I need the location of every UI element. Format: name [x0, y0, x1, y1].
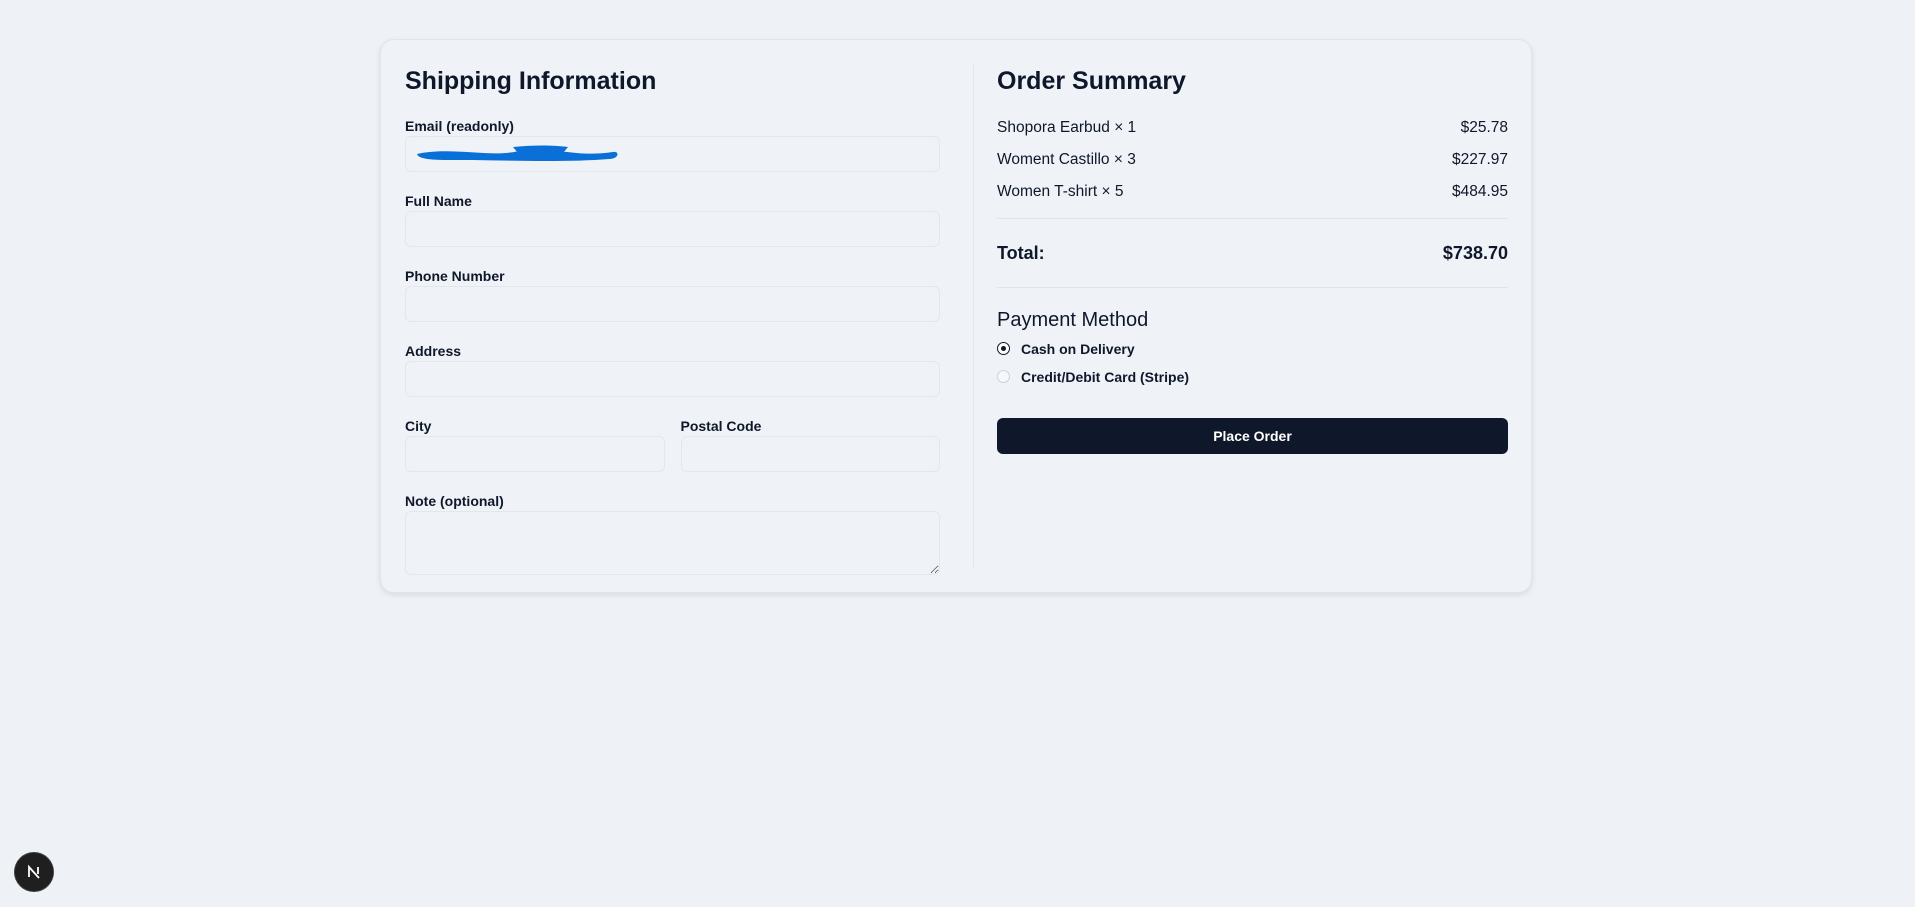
order-item-price: $25.78	[1460, 119, 1508, 136]
full-name-label: Full Name	[405, 193, 472, 209]
shipping-section: Shipping Information Email (readonly) Fu…	[405, 64, 940, 580]
radio-checked-icon[interactable]	[997, 342, 1010, 355]
postal-code-input[interactable]	[680, 436, 940, 472]
city-postal-row: City Postal Code	[405, 418, 940, 472]
address-field-group: Address	[405, 343, 940, 397]
postal-code-label: Postal Code	[680, 418, 762, 434]
postal-code-field-group: Postal Code	[680, 418, 940, 472]
radio-unchecked-icon[interactable]	[997, 370, 1010, 383]
payment-method-title: Payment Method	[997, 309, 1149, 331]
payment-option-card[interactable]: Credit/Debit Card (Stripe)	[997, 365, 1508, 388]
nextjs-dev-badge[interactable]	[15, 853, 53, 891]
order-item: Women T-shirt × 5 $484.95	[997, 182, 1508, 214]
redaction-mark	[417, 145, 618, 161]
order-summary-title: Order Summary	[997, 67, 1186, 95]
order-total-row: Total: $738.70	[997, 219, 1508, 287]
full-name-field-group: Full Name	[405, 193, 940, 247]
payment-option-cod[interactable]: Cash on Delivery	[997, 337, 1508, 360]
note-field-group: Note (optional)	[405, 493, 940, 580]
order-item: Shopora Earbud × 1 $25.78	[997, 118, 1508, 150]
total-divider	[997, 287, 1508, 288]
address-label: Address	[405, 343, 462, 359]
email-label: Email (readonly)	[405, 118, 514, 134]
order-items-list: Shopora Earbud × 1 $25.78 Woment Castill…	[997, 118, 1508, 214]
phone-input[interactable]	[405, 286, 940, 322]
order-item: Woment Castillo × 3 $227.97	[997, 150, 1508, 182]
city-input[interactable]	[405, 436, 665, 472]
address-input[interactable]	[405, 361, 940, 397]
payment-option-label: Cash on Delivery	[1021, 340, 1135, 357]
order-summary-section: Order Summary Shopora Earbud × 1 $25.78 …	[997, 64, 1508, 454]
phone-field-group: Phone Number	[405, 268, 940, 322]
order-item-name: Shopora Earbud × 1	[997, 119, 1137, 136]
note-label: Note (optional)	[405, 493, 504, 509]
order-item-name: Women T-shirt × 5	[997, 183, 1124, 200]
email-field-group: Email (readonly)	[405, 118, 940, 172]
city-field-group: City	[405, 418, 665, 472]
total-label: Total:	[997, 243, 1045, 263]
full-name-input[interactable]	[405, 211, 940, 247]
column-divider	[973, 64, 974, 568]
city-label: City	[405, 418, 432, 434]
note-textarea[interactable]	[405, 511, 940, 575]
payment-option-label: Credit/Debit Card (Stripe)	[1021, 368, 1190, 385]
phone-label: Phone Number	[405, 268, 505, 284]
shipping-title: Shipping Information	[405, 67, 657, 95]
order-item-price: $227.97	[1451, 151, 1508, 168]
order-item-price: $484.95	[1451, 183, 1508, 200]
place-order-button[interactable]: Place Order	[997, 418, 1508, 454]
total-value: $738.70	[1442, 243, 1508, 263]
nextjs-n-icon	[28, 864, 40, 879]
checkout-card: Shipping Information Email (readonly) Fu…	[380, 39, 1532, 593]
order-item-name: Woment Castillo × 3	[997, 151, 1136, 168]
